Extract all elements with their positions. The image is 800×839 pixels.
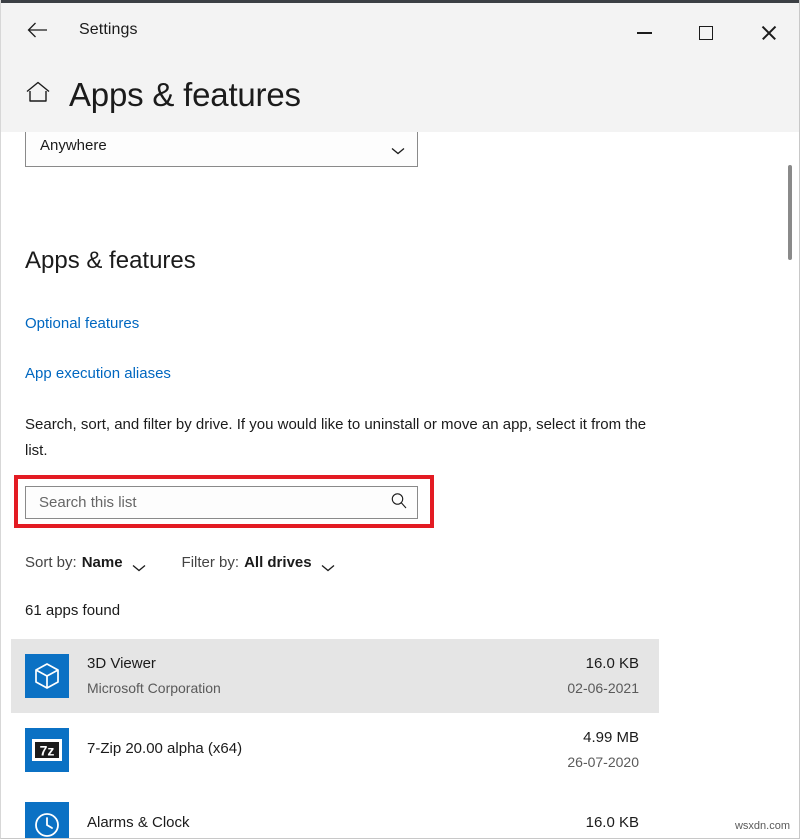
watermark: wsxdn.com [734,820,790,832]
chevron-down-icon [321,559,335,571]
app-texts: 7-Zip 20.00 alpha (x64) [87,738,567,762]
apps-found-count: 61 apps found [25,602,121,619]
table-row[interactable]: 3D Viewer Microsoft Corporation 16.0 KB … [11,639,659,713]
chevron-down-icon [132,559,146,571]
app-texts: Alarms & Clock [87,812,586,836]
search-input[interactable] [26,487,381,518]
sort-by-value: Name [81,554,123,571]
sort-by-dropdown[interactable]: Sort by: Name [25,554,146,571]
settings-window: Settings Apps & features Anywhere Apps &… [0,0,800,839]
svg-text:7z: 7z [40,743,55,759]
vertical-scrollbar[interactable] [785,132,797,838]
app-name: Alarms & Clock [87,814,190,831]
window-title: Settings [79,21,138,38]
title-bar: Settings [1,0,799,57]
link-optional-features[interactable]: Optional features [25,315,139,332]
install-source-dropdown[interactable]: Anywhere [25,132,418,167]
filter-by-dropdown[interactable]: Filter by: All drives [182,554,335,571]
app-publisher: Microsoft Corporation [87,680,221,696]
list-controls: Sort by: Name Filter by: All drives [25,554,371,571]
section-title: Apps & features [25,247,196,274]
filter-by-value: All drives [244,554,312,571]
app-install-date: 26-07-2020 [567,754,639,770]
apps-list: 3D Viewer Microsoft Corporation 16.0 KB … [11,639,799,838]
caption-buttons [613,6,799,60]
page-title: Apps & features [69,75,301,113]
sort-by-label: Sort by: [25,554,77,571]
back-button[interactable] [15,10,61,50]
page-header: Apps & features [1,57,799,132]
alarms-clock-icon [25,802,69,838]
app-size: 16.0 KB [585,655,639,672]
app-install-date: 02-06-2021 [567,680,639,696]
app-texts: 3D Viewer Microsoft Corporation [87,653,567,699]
close-button[interactable] [737,6,799,60]
minimize-button[interactable] [613,6,675,60]
section-description: Search, sort, and filter by drive. If yo… [25,416,647,459]
search-box[interactable] [25,486,418,519]
search-icon [390,492,408,513]
app-name: 3D Viewer [87,655,156,672]
close-icon [760,25,776,41]
7zip-icon: 7z [25,728,69,772]
install-source-value: Anywhere [40,137,107,154]
app-meta: 4.99 MB 26-07-2020 [567,727,639,773]
maximize-button[interactable] [675,6,737,60]
3d-viewer-icon [25,654,69,698]
app-size: 4.99 MB [583,729,639,746]
table-row[interactable]: 7z 7-Zip 20.00 alpha (x64) 4.99 MB 26-07… [11,713,659,787]
back-arrow-icon [27,21,49,39]
app-size: 16.0 KB [585,814,639,831]
maximize-icon [699,26,713,40]
filter-by-label: Filter by: [181,554,240,571]
minimize-icon [636,32,652,34]
app-meta: 16.0 KB 02-06-2021 [567,653,639,699]
search-button[interactable] [381,487,417,518]
app-name: 7-Zip 20.00 alpha (x64) [87,740,243,757]
home-icon[interactable] [25,80,51,109]
app-meta: 16.0 KB [586,812,639,836]
link-app-execution-aliases[interactable]: App execution aliases [25,365,171,382]
chevron-down-icon [391,142,405,154]
scrollbar-thumb[interactable] [788,165,792,260]
table-row[interactable]: Alarms & Clock 16.0 KB [11,787,659,838]
settings-content: Anywhere Apps & features Optional featur… [1,132,799,838]
